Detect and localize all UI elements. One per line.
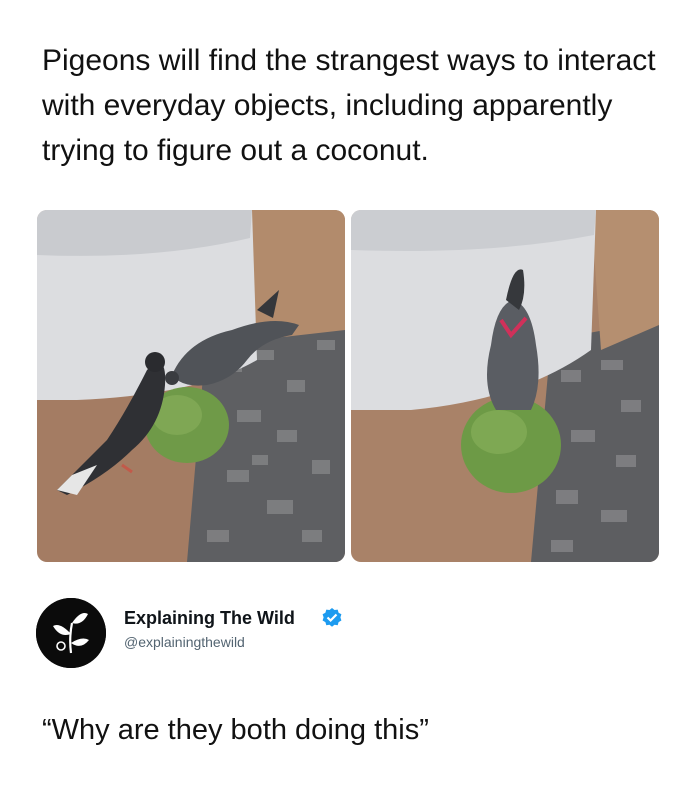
leaf-sprout-icon (36, 598, 106, 668)
left-photo[interactable] (37, 210, 345, 562)
author-name[interactable]: Explaining The Wild (124, 608, 295, 629)
avatar[interactable] (36, 598, 106, 668)
right-photo[interactable] (351, 210, 659, 562)
tweet-card[interactable]: Explaining The Wild @explainingthewild (28, 592, 442, 674)
verified-badge-icon (322, 608, 342, 627)
tweet-text: “Why are they both doing this” (42, 714, 429, 746)
author-handle[interactable]: @explainingthewild (124, 634, 245, 650)
post-caption: Pigeons will find the strangest ways to … (42, 44, 656, 167)
pigeons-coconut-image-left (37, 210, 345, 562)
pigeon-coconut-image-right (351, 210, 659, 562)
photo-grid (37, 210, 659, 562)
